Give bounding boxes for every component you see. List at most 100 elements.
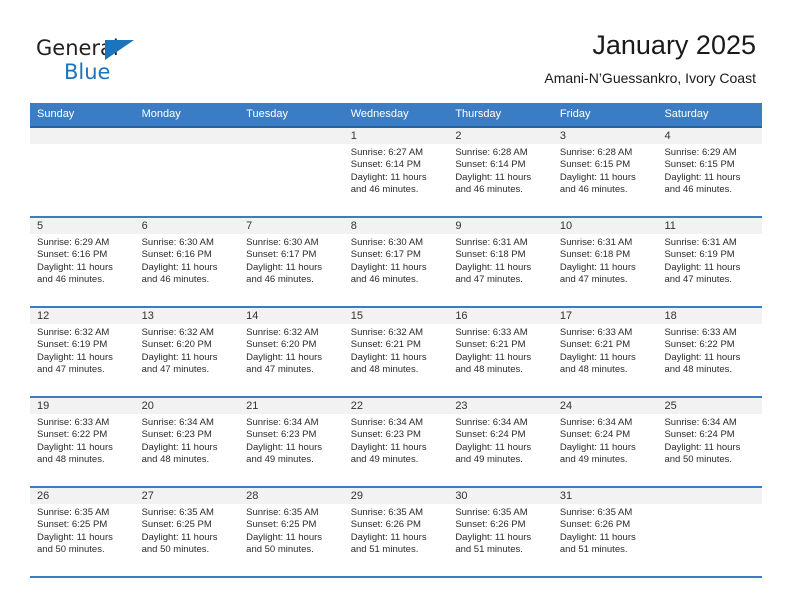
day-daylight-line1-text: Daylight: 11 hours	[246, 261, 323, 273]
day-cell-1[interactable]: 1 Sunrise: 6:27 AM Sunset: 6:14 PM Daylight…	[343, 128, 449, 216]
day-sun-info: Sunrise: 6:32 AM Sunset: 6:19 PM Daylight:…	[30, 324, 135, 376]
day-sunset-text: Sunset: 6:23 PM	[141, 429, 212, 441]
day-daylight-line2-text: and 50 minutes.	[37, 543, 105, 555]
day-number: 9	[448, 218, 553, 234]
general-blue-logo[interactable]: General Blue	[36, 36, 156, 86]
day-cell-31[interactable]: 31 Sunrise: 6:35 AM Sunset: 6:26 PM Dayligh…	[552, 488, 658, 576]
day-cell-26[interactable]: 26 Sunrise: 6:35 AM Sunset: 6:25 PM Dayligh…	[30, 488, 135, 576]
day-cell-24[interactable]: 24 Sunrise: 6:34 AM Sunset: 6:24 PM Dayligh…	[552, 398, 658, 486]
day-cell-13[interactable]: 13 Sunrise: 6:32 AM Sunset: 6:20 PM Dayligh…	[134, 308, 240, 396]
day-sun-info: Sunrise: 6:31 AM Sunset: 6:19 PM Daylight:…	[657, 234, 762, 286]
day-number	[30, 128, 135, 144]
day-sun-info: Sunrise: 6:35 AM Sunset: 6:26 PM Daylight:…	[448, 504, 553, 556]
weekday-header-saturday: Saturday	[664, 108, 709, 120]
day-cell-11[interactable]: 11 Sunrise: 6:31 AM Sunset: 6:19 PM Dayligh…	[657, 218, 763, 306]
day-sun-info: Sunrise: 6:31 AM Sunset: 6:18 PM Daylight:…	[553, 234, 658, 286]
day-cell-4[interactable]: 4 Sunrise: 6:29 AM Sunset: 6:15 PM Daylight…	[657, 128, 763, 216]
page-subtitle: Amani-N’Guessankro, Ivory Coast	[544, 70, 756, 86]
day-daylight-line1-text: Daylight: 11 hours	[37, 351, 113, 363]
day-sunrise-text: Sunrise: 6:34 AM	[350, 417, 424, 428]
day-number: 18	[657, 308, 763, 324]
day-sunrise-text: Sunrise: 6:35 AM	[141, 507, 214, 518]
day-number: 23	[448, 398, 553, 414]
day-sunrise-text: Sunrise: 6:32 AM	[37, 327, 110, 338]
day-cell-19[interactable]: 19 Sunrise: 6:33 AM Sunset: 6:22 PM Dayligh…	[30, 398, 135, 486]
weekday-header-sunday: Sunday	[37, 108, 75, 120]
day-daylight-line2-text: and 50 minutes.	[246, 543, 314, 555]
day-cell-22[interactable]: 22 Sunrise: 6:34 AM Sunset: 6:23 PM Dayligh…	[343, 398, 449, 486]
day-sunrise-text: Sunrise: 6:33 AM	[37, 417, 110, 428]
day-sunset-text: Sunset: 6:20 PM	[141, 339, 212, 351]
day-daylight-line1-text: Daylight: 11 hours	[455, 441, 532, 453]
day-cell-29[interactable]: 29 Sunrise: 6:35 AM Sunset: 6:26 PM Dayligh…	[343, 488, 449, 576]
day-sun-info: Sunrise: 6:35 AM Sunset: 6:26 PM Daylight:…	[553, 504, 658, 556]
day-cell-8[interactable]: 8 Sunrise: 6:30 AM Sunset: 6:17 PM Daylight…	[343, 218, 449, 306]
day-daylight-line1-text: Daylight: 11 hours	[350, 171, 427, 183]
day-sunrise-text: Sunrise: 6:30 AM	[350, 237, 424, 248]
day-sunrise-text: Sunrise: 6:31 AM	[559, 237, 633, 248]
day-daylight-line2-text: and 48 minutes.	[664, 363, 733, 375]
day-number: 17	[552, 308, 658, 324]
day-sun-info: Sunrise: 6:30 AM Sunset: 6:17 PM Daylight:…	[344, 234, 449, 286]
day-cell-21[interactable]: 21 Sunrise: 6:34 AM Sunset: 6:23 PM Dayligh…	[239, 398, 344, 486]
day-sun-info: Sunrise: 6:34 AM Sunset: 6:24 PM Daylight:…	[553, 414, 658, 466]
day-cell-15[interactable]: 15 Sunrise: 6:32 AM Sunset: 6:21 PM Dayligh…	[343, 308, 449, 396]
day-daylight-line2-text: and 47 minutes.	[664, 273, 733, 285]
day-cell-10[interactable]: 10 Sunrise: 6:31 AM Sunset: 6:18 PM Dayligh…	[552, 218, 658, 306]
day-cell-6[interactable]: 6 Sunrise: 6:30 AM Sunset: 6:16 PM Daylight…	[134, 218, 240, 306]
day-daylight-line1-text: Daylight: 11 hours	[141, 351, 218, 363]
day-daylight-line1-text: Daylight: 11 hours	[664, 351, 741, 363]
day-cell-empty	[134, 128, 240, 216]
day-cell-17[interactable]: 17 Sunrise: 6:33 AM Sunset: 6:21 PM Dayligh…	[552, 308, 658, 396]
day-cell-28[interactable]: 28 Sunrise: 6:35 AM Sunset: 6:25 PM Dayligh…	[239, 488, 344, 576]
day-number: 28	[239, 488, 344, 504]
day-daylight-line2-text: and 49 minutes.	[455, 453, 523, 465]
day-sunset-text: Sunset: 6:14 PM	[455, 159, 526, 171]
day-cell-2[interactable]: 2 Sunrise: 6:28 AM Sunset: 6:14 PM Daylight…	[448, 128, 553, 216]
day-cell-27[interactable]: 27 Sunrise: 6:35 AM Sunset: 6:25 PM Dayligh…	[134, 488, 240, 576]
day-cell-25[interactable]: 25 Sunrise: 6:34 AM Sunset: 6:24 PM Dayligh…	[657, 398, 763, 486]
day-cell-23[interactable]: 23 Sunrise: 6:34 AM Sunset: 6:24 PM Dayligh…	[448, 398, 553, 486]
day-daylight-line2-text: and 47 minutes.	[37, 363, 105, 375]
day-sunrise-text: Sunrise: 6:31 AM	[455, 237, 528, 248]
day-number	[657, 488, 763, 504]
day-cell-3[interactable]: 3 Sunrise: 6:28 AM Sunset: 6:15 PM Daylight…	[552, 128, 658, 216]
day-number: 1	[343, 128, 449, 144]
title-block: January 2025 Amani-N’Guessankro, Ivory C…	[544, 28, 756, 88]
day-daylight-line1-text: Daylight: 11 hours	[246, 531, 323, 543]
day-sunrise-text: Sunrise: 6:35 AM	[455, 507, 528, 518]
day-sunrise-text: Sunrise: 6:32 AM	[246, 327, 319, 338]
day-cell-5[interactable]: 5 Sunrise: 6:29 AM Sunset: 6:16 PM Daylight…	[30, 218, 135, 306]
day-cell-9[interactable]: 9 Sunrise: 6:31 AM Sunset: 6:18 PM Daylight…	[448, 218, 553, 306]
day-sunrise-text: Sunrise: 6:27 AM	[350, 147, 424, 158]
day-sunset-text: Sunset: 6:16 PM	[141, 249, 212, 261]
day-sunrise-text: Sunrise: 6:34 AM	[246, 417, 319, 428]
day-sun-info: Sunrise: 6:29 AM Sunset: 6:16 PM Daylight:…	[30, 234, 135, 286]
day-number	[134, 128, 240, 144]
day-daylight-line2-text: and 51 minutes.	[559, 543, 628, 555]
day-sunrise-text: Sunrise: 6:35 AM	[246, 507, 319, 518]
day-daylight-line2-text: and 47 minutes.	[246, 363, 314, 375]
day-sun-info: Sunrise: 6:33 AM Sunset: 6:22 PM Daylight:…	[657, 324, 762, 376]
day-sunset-text: Sunset: 6:24 PM	[664, 429, 735, 441]
day-number: 12	[30, 308, 135, 324]
day-sunrise-text: Sunrise: 6:34 AM	[455, 417, 528, 428]
day-sunrise-text: Sunrise: 6:30 AM	[141, 237, 214, 248]
day-cell-7[interactable]: 7 Sunrise: 6:30 AM Sunset: 6:17 PM Daylight…	[239, 218, 344, 306]
day-number: 15	[343, 308, 449, 324]
day-daylight-line2-text: and 50 minutes.	[141, 543, 210, 555]
day-cell-30[interactable]: 30 Sunrise: 6:35 AM Sunset: 6:26 PM Dayligh…	[448, 488, 553, 576]
day-cell-18[interactable]: 18 Sunrise: 6:33 AM Sunset: 6:22 PM Dayligh…	[657, 308, 763, 396]
day-sunset-text: Sunset: 6:18 PM	[559, 249, 631, 261]
day-cell-empty	[30, 128, 135, 216]
day-daylight-line2-text: and 48 minutes.	[141, 453, 210, 465]
day-daylight-line2-text: and 49 minutes.	[246, 453, 314, 465]
day-daylight-line1-text: Daylight: 11 hours	[37, 441, 113, 453]
day-cell-20[interactable]: 20 Sunrise: 6:34 AM Sunset: 6:23 PM Dayligh…	[134, 398, 240, 486]
day-cell-14[interactable]: 14 Sunrise: 6:32 AM Sunset: 6:20 PM Dayligh…	[239, 308, 344, 396]
day-cell-16[interactable]: 16 Sunrise: 6:33 AM Sunset: 6:21 PM Dayligh…	[448, 308, 553, 396]
day-daylight-line2-text: and 48 minutes.	[37, 453, 105, 465]
page-title: January 2025	[592, 30, 756, 60]
day-cell-12[interactable]: 12 Sunrise: 6:32 AM Sunset: 6:19 PM Dayligh…	[30, 308, 135, 396]
day-sun-info: Sunrise: 6:33 AM Sunset: 6:21 PM Daylight:…	[553, 324, 658, 376]
